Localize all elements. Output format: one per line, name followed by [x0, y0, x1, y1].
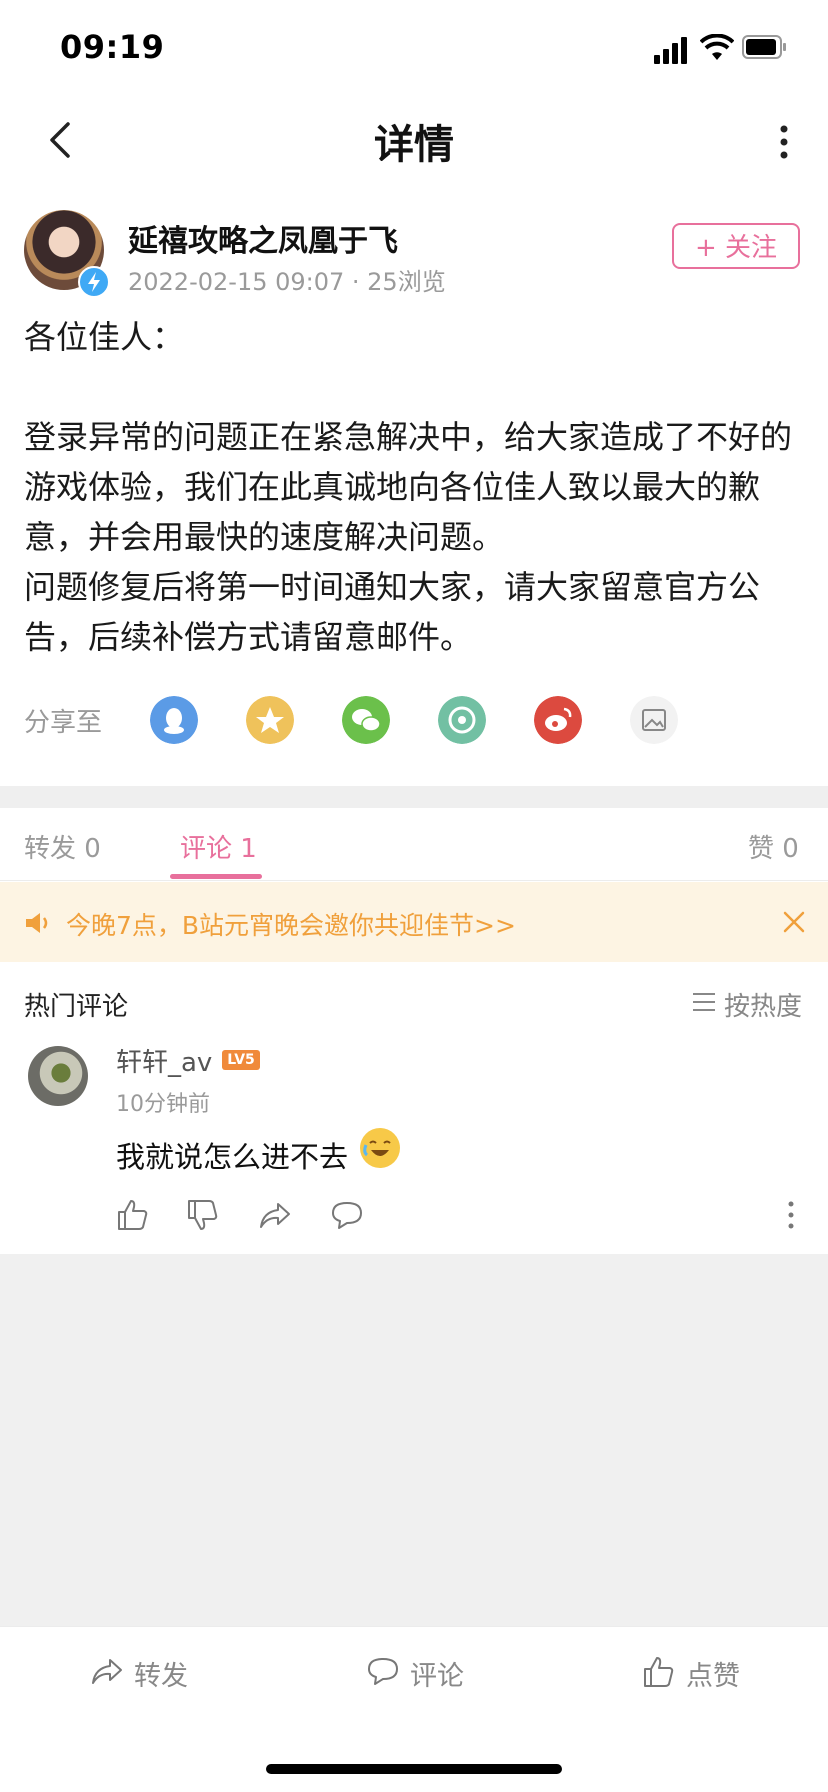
moments-icon[interactable]	[438, 696, 486, 744]
verified-badge-icon	[78, 266, 110, 298]
commenter-name[interactable]: 轩轩_av	[116, 1042, 212, 1079]
active-tab-indicator	[170, 874, 262, 879]
thumbs-up-icon[interactable]	[642, 1656, 676, 1688]
repost-button[interactable]: 转发	[134, 1654, 188, 1693]
share-label: 分享至	[24, 708, 103, 738]
wifi-icon	[700, 34, 734, 60]
tab-repost[interactable]: 转发 0	[24, 828, 101, 865]
dislike-icon[interactable]	[186, 1198, 220, 1232]
follow-button[interactable]: + 关注	[672, 223, 800, 269]
comment-icon[interactable]	[366, 1656, 400, 1688]
wechat-icon[interactable]	[342, 696, 390, 744]
sort-by-heat-button[interactable]: 按热度	[724, 986, 802, 1023]
battery-icon	[742, 35, 786, 59]
comment-time: 10分钟前	[116, 1092, 210, 1117]
hot-comments-title: 热门评论	[24, 992, 129, 1022]
empty-area	[0, 1254, 828, 1626]
speaker-icon	[26, 913, 48, 933]
cellular-signal-icon	[654, 34, 690, 64]
banner-text[interactable]: 今晚7点，B站元宵晚会邀你共迎佳节>>	[66, 906, 516, 942]
repost-icon[interactable]	[90, 1656, 124, 1688]
like-icon[interactable]	[116, 1198, 150, 1232]
section-divider	[0, 786, 828, 808]
post-meta: 2022-02-15 09:07 · 25浏览	[128, 268, 446, 296]
comment-text: 我就说怎么进不去	[116, 1140, 349, 1174]
comment-button[interactable]: 评论	[410, 1654, 464, 1693]
share-arrow-icon[interactable]	[258, 1198, 292, 1232]
comment-more-icon[interactable]	[784, 1198, 798, 1232]
save-image-icon[interactable]	[630, 696, 678, 744]
qq-icon[interactable]	[150, 696, 198, 744]
home-indicator	[266, 1764, 562, 1774]
more-options-icon[interactable]	[774, 122, 794, 162]
status-time: 09:19	[60, 28, 165, 66]
tab-comment[interactable]: 评论 1	[180, 828, 257, 865]
commenter-avatar[interactable]	[28, 1046, 88, 1106]
laughing-crying-emoji-icon	[360, 1128, 400, 1168]
sort-icon[interactable]	[692, 992, 716, 1012]
close-icon[interactable]	[782, 910, 806, 934]
level-badge: LV5	[222, 1050, 260, 1070]
weibo-icon[interactable]	[534, 696, 582, 744]
author-name[interactable]: 延禧攻略之凤凰于飞	[128, 216, 398, 260]
qzone-icon[interactable]	[246, 696, 294, 744]
tab-like[interactable]: 赞 0	[748, 828, 799, 865]
tab-divider	[0, 880, 828, 881]
reply-bubble-icon[interactable]	[330, 1198, 364, 1232]
like-button[interactable]: 点赞	[686, 1654, 740, 1693]
page-title: 详情	[374, 122, 454, 168]
article-body: 各位佳人： 登录异常的问题正在紧急解决中，给大家造成了不好的游戏体验，我们在此真…	[24, 318, 793, 656]
